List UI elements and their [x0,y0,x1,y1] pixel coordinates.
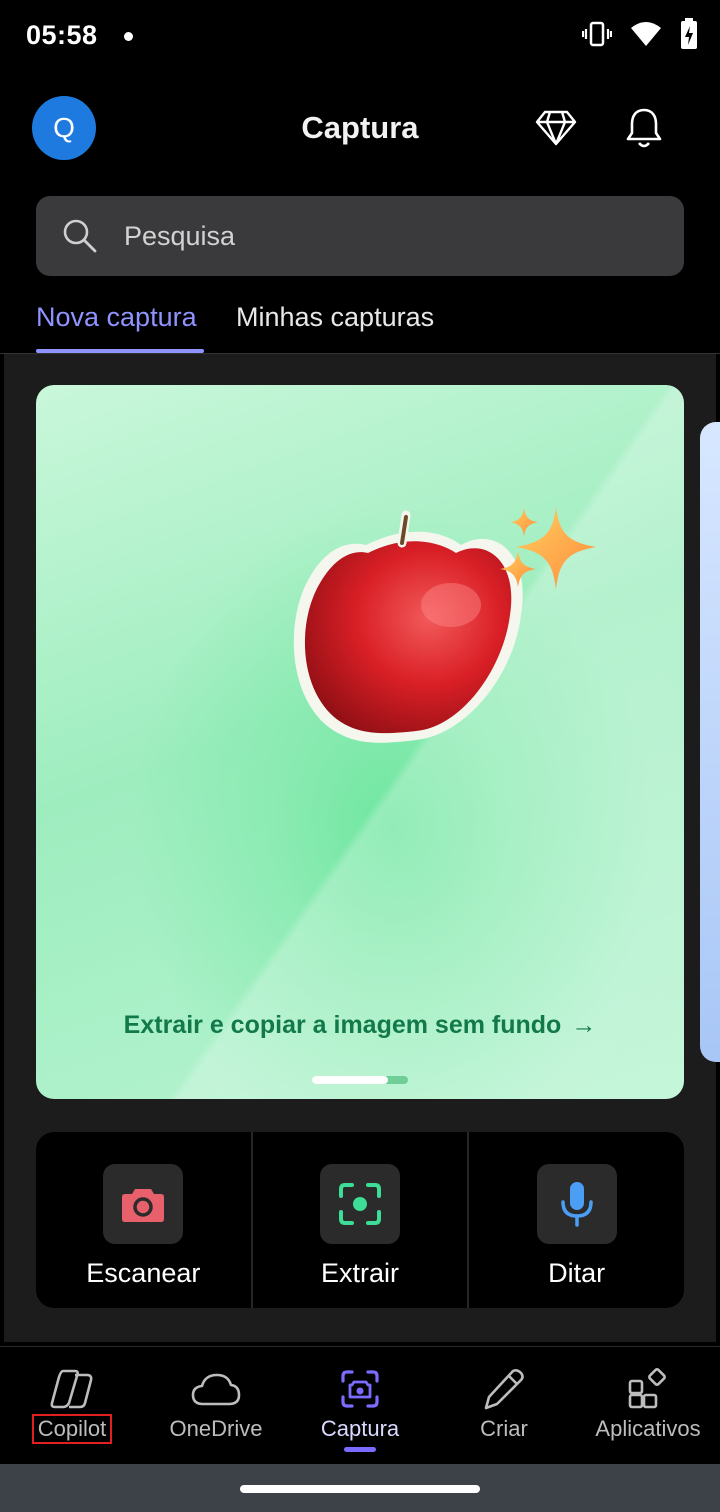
dictate-icon-box [536,1164,617,1244]
focus-frame-icon [339,1183,381,1225]
apple-illustration [293,507,596,743]
nav-onedrive-label: OneDrive [169,1416,263,1441]
feature-carousel-card[interactable]: Extrair e copiar a imagem sem fundo → [36,385,684,1099]
pager-active-segment [312,1076,388,1084]
nav-copilot-label: Copilot [31,1414,113,1444]
nav-active-indicator [344,1447,376,1452]
premium-button[interactable] [532,104,580,152]
carousel-pager [312,1076,408,1084]
bottom-navigation: Copilot OneDrive Captura Criar Aplicativ… [0,1346,720,1464]
tab-minhas-capturas[interactable]: Minhas capturas [236,302,434,333]
extract-label: Extrair [321,1258,400,1288]
status-time: 05:58 [26,20,98,50]
status-bar: 05:58 [0,0,720,72]
diamond-icon [535,110,577,146]
status-icons [582,18,698,50]
copilot-icon [49,1367,95,1411]
cloud-icon [191,1367,241,1411]
nav-aplicativos[interactable]: Aplicativos [576,1347,720,1465]
dictate-label: Ditar [548,1258,606,1288]
vibrate-icon [582,21,612,47]
system-gesture-area [0,1464,720,1512]
nav-captura[interactable]: Captura [288,1347,432,1465]
pen-icon [483,1367,525,1411]
scan-label: Escanear [86,1258,201,1288]
home-gesture-handle[interactable] [240,1485,480,1493]
arrow-right-icon: → [571,1011,597,1039]
notifications-button[interactable] [620,104,668,152]
active-tab-indicator [36,349,204,353]
hero-link-text: Extrair e copiar a imagem sem fundo [123,1011,562,1039]
scan-icon-box [103,1164,184,1244]
app-header: Q Captura [0,80,720,176]
search-bar[interactable] [36,196,684,276]
bell-icon [626,108,662,148]
search-icon [63,219,97,253]
camera-icon [122,1189,165,1222]
tab-nova-captura[interactable]: Nova captura [36,302,197,333]
nav-captura-label: Captura [320,1416,400,1441]
wifi-icon [631,22,661,46]
nav-copilot[interactable]: Copilot [0,1347,144,1465]
carousel-next-card[interactable] [700,422,720,1062]
page-title: Captura [301,110,419,145]
extract-icon-box [320,1164,400,1244]
microphone-icon [560,1182,593,1227]
battery-icon [681,18,697,49]
search-input[interactable] [124,196,664,276]
hero-feature-link[interactable]: Extrair e copiar a imagem sem fundo → [36,1011,684,1040]
nav-onedrive[interactable]: OneDrive [144,1347,288,1465]
quick-actions: Escanear Extrair Ditar [36,1132,684,1308]
apps-grid-icon [627,1367,669,1411]
tab-bar: Nova captura Minhas capturas [0,288,720,354]
scan-button[interactable]: Escanear [36,1132,251,1308]
extract-button[interactable]: Extrair [250,1132,468,1308]
notification-dot-icon [124,32,133,41]
capture-camera-icon [340,1367,380,1411]
nav-criar[interactable]: Criar [432,1347,576,1465]
nav-criar-label: Criar [480,1416,528,1441]
nav-aplicativos-label: Aplicativos [595,1416,701,1441]
dictate-button[interactable]: Ditar [467,1132,684,1308]
